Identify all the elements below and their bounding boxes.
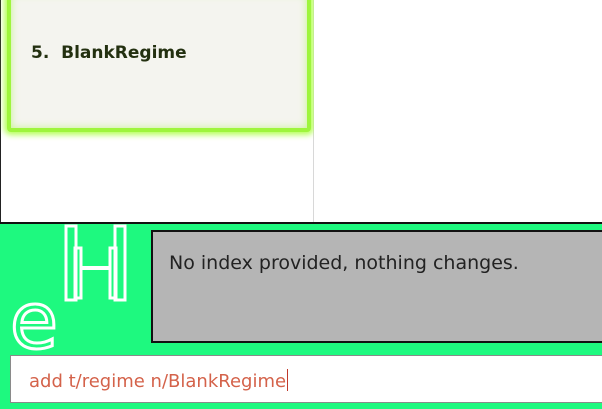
- detail-panel: [314, 0, 602, 222]
- svg-text:e: e: [10, 277, 58, 354]
- regime-list-panel: 5. BlankRegime: [0, 0, 314, 222]
- command-input[interactable]: add t/regime n/BlankRegime: [10, 355, 602, 403]
- command-bar: e No index provided, nothing changes. ad…: [0, 222, 602, 409]
- regime-index: 5.: [31, 43, 50, 63]
- text-caret: [287, 369, 289, 391]
- command-input-text: add t/regime n/BlankRegime: [29, 369, 289, 392]
- regime-card[interactable]: 5. BlankRegime: [7, 0, 311, 132]
- result-message: No index provided, nothing changes.: [169, 252, 519, 274]
- result-display: No index provided, nothing changes.: [151, 230, 602, 343]
- command-value: add t/regime n/BlankRegime: [29, 371, 287, 392]
- regime-card-title: 5. BlankRegime: [31, 43, 187, 63]
- dumbbell-e-logo-icon: e: [8, 224, 148, 369]
- regime-name: BlankRegime: [61, 43, 187, 63]
